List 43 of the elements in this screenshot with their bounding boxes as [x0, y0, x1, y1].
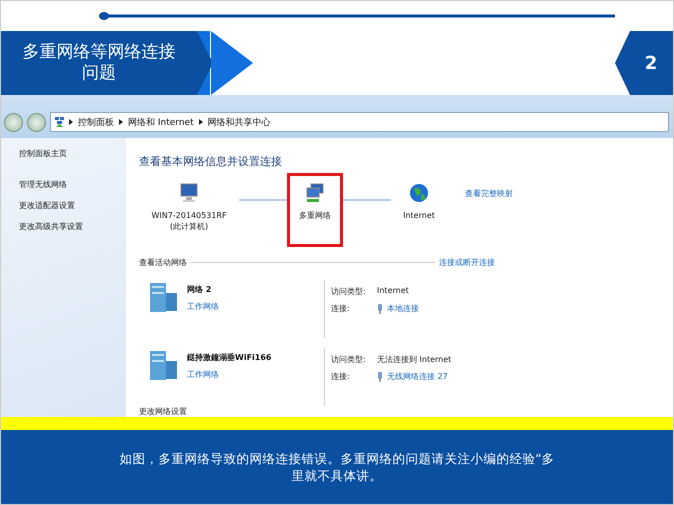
breadcrumb-item[interactable]: 网络和共享中心 — [208, 116, 271, 128]
connection-icon — [377, 372, 383, 382]
section-heading: 更改网络设置 — [139, 406, 188, 417]
breadcrumb-item[interactable]: 控制面板 — [78, 116, 114, 128]
address-bar[interactable]: 控制面板 网络和 Internet 网络和共享中心 — [50, 112, 669, 132]
sidebar-link[interactable]: 更改适配器设置 — [19, 200, 126, 211]
connection-link[interactable]: 本地连接 — [387, 303, 419, 314]
sidebar-link[interactable]: 控制面板主页 — [19, 148, 126, 159]
page-heading: 查看基本网络信息并设置连接 — [139, 154, 283, 169]
section-heading: 查看活动网络 — [139, 257, 187, 268]
field-label: 访问类型: — [331, 354, 367, 365]
chevron-icon — [119, 119, 123, 125]
field-label: 访问类型: — [331, 286, 367, 297]
map-node[interactable]: Internet — [391, 173, 447, 247]
network-name: 网络 2 — [187, 284, 212, 295]
connect-link[interactable]: 连接或断开连接 — [439, 257, 495, 268]
access-type: 无法连接到 Internet — [377, 354, 452, 365]
sidebar-link[interactable]: 管理无线网络 — [19, 179, 126, 190]
chevron-icon — [198, 119, 203, 125]
breadcrumb-item[interactable]: 网络和 Internet — [128, 116, 194, 128]
caption-text: 如图，多重网络导致的网络连接错误。多重网络的问题请关注小编的经验“多 — [119, 450, 555, 467]
network-type-link[interactable]: 工作网络 — [187, 301, 219, 312]
field-label: 连接: — [331, 303, 351, 314]
back-button[interactable] — [4, 113, 23, 132]
sidebar-link[interactable]: 更改高级共享设置 — [19, 221, 126, 232]
map-node[interactable]: WIN7-20140531RF (此计算机) — [139, 173, 239, 247]
globe-icon — [408, 182, 430, 204]
network-icon — [55, 117, 64, 127]
caption-text: 里就不具体讲。 — [292, 467, 382, 484]
forward-button[interactable] — [27, 113, 46, 132]
connection-icon — [377, 304, 383, 314]
computer-icon — [178, 182, 200, 204]
map-node[interactable]: 多重网络 — [287, 173, 343, 247]
access-type: Internet — [377, 286, 410, 297]
connection-link[interactable]: 无线网络连接 27 — [387, 371, 448, 382]
arrow-drawing — [197, 31, 253, 95]
network-computers-icon — [304, 182, 326, 204]
map-link[interactable]: 查看完整映射 — [465, 189, 513, 198]
network-name: 鎹持激鐘溺垂WiFi166 — [187, 352, 272, 363]
chevron-icon — [69, 119, 73, 125]
network-type-link[interactable]: 工作网络 — [187, 369, 272, 380]
field-label: 连接: — [331, 371, 351, 382]
page-number: 2 — [615, 31, 673, 95]
